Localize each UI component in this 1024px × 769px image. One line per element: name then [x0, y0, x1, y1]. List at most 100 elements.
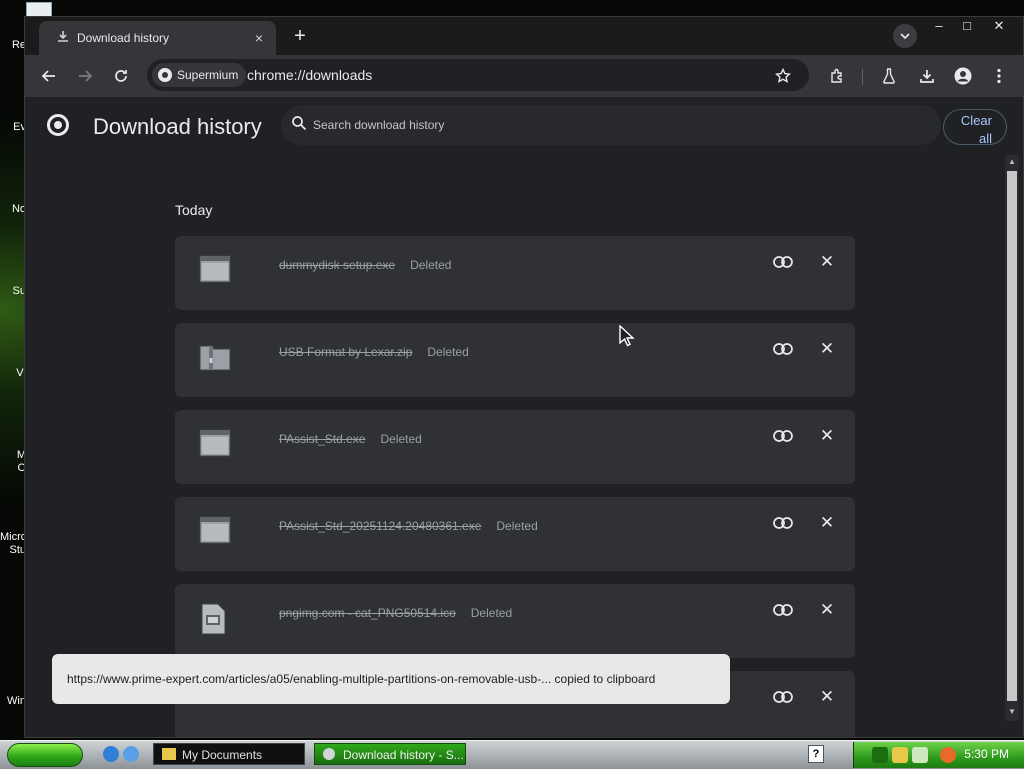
desktop-icon-label[interactable]: O: [0, 462, 26, 475]
desktop-icon-label[interactable]: Vl: [0, 367, 26, 380]
bookmark-star-icon[interactable]: [774, 64, 792, 89]
search-downloads-input[interactable]: Search download history: [281, 105, 941, 145]
taskbar-item-label: My Documents: [182, 748, 263, 762]
desktop-icon-label[interactable]: M: [0, 449, 26, 462]
system-tray: 5:30 PM: [853, 742, 1024, 768]
app-window-icon: [199, 255, 231, 289]
address-bar[interactable]: Supermium chrome://downloads: [147, 59, 809, 91]
search-icon: [291, 115, 309, 133]
clear-all-label-line1: Clear: [960, 113, 992, 128]
remove-from-list-icon[interactable]: ✕: [819, 514, 835, 532]
internet-explorer-icon[interactable]: [103, 746, 119, 762]
download-item[interactable]: PAssist_Std_20251124.20480361.exe Delete…: [175, 497, 855, 571]
download-icon: [55, 30, 71, 46]
menu-icon[interactable]: [987, 64, 1011, 88]
scroll-down-arrow-icon[interactable]: ▼: [1005, 705, 1019, 719]
remove-from-list-icon[interactable]: ✕: [819, 340, 835, 358]
site-info-chip[interactable]: Supermium: [152, 63, 247, 87]
download-item-text: PAssist_Std_20251124.20480361.exe Delete…: [279, 519, 538, 533]
extensions-icon[interactable]: [825, 64, 849, 88]
reload-icon[interactable]: [109, 64, 133, 88]
search-icon[interactable]: [940, 747, 956, 763]
download-item[interactable]: pngimg.com - cat_PNG50514.ico Deleted ✕: [175, 584, 855, 658]
desktop-icon-label[interactable]: No: [0, 203, 26, 216]
copy-link-icon[interactable]: [773, 255, 795, 271]
browser-quicklaunch-icon[interactable]: [123, 746, 139, 762]
profile-icon[interactable]: [951, 64, 975, 88]
copy-link-icon[interactable]: [773, 516, 795, 532]
copy-link-icon[interactable]: [773, 342, 795, 358]
start-button[interactable]: [7, 743, 83, 767]
copy-link-icon[interactable]: [773, 603, 795, 619]
forward-icon[interactable]: [73, 64, 97, 88]
browser-window: Download history × + – □ ✕ Supermium chr…: [24, 16, 1024, 738]
folder-icon: [162, 748, 176, 760]
downloads-icon[interactable]: [915, 64, 939, 88]
download-item-text: USB Format by Lexar.zip Deleted: [279, 345, 469, 359]
maximize-button[interactable]: □: [953, 17, 981, 37]
tray-icon[interactable]: [872, 747, 888, 763]
download-item-text: dummydisk setup.exe Deleted: [279, 258, 451, 272]
clipboard-toast: https://www.prime-expert.com/articles/a0…: [52, 654, 730, 704]
download-filename[interactable]: pngimg.com - cat_PNG50514.ico: [279, 606, 456, 620]
desktop-icon-label[interactable]: Re: [0, 39, 26, 52]
download-status: Deleted: [380, 432, 422, 446]
minimize-button[interactable]: –: [925, 17, 953, 37]
chrome-logo-icon: [47, 114, 69, 136]
download-status: Deleted: [427, 345, 469, 359]
clear-all-button[interactable]: Clear all: [943, 109, 1007, 146]
remove-from-list-icon[interactable]: ✕: [819, 427, 835, 445]
url-text[interactable]: chrome://downloads: [247, 67, 372, 83]
desktop-icon-label[interactable]: Ev: [0, 121, 26, 134]
download-item[interactable]: PAssist_Std.exe Deleted ✕: [175, 410, 855, 484]
search-placeholder: Search download history: [313, 118, 445, 132]
remove-from-list-icon[interactable]: ✕: [819, 688, 835, 706]
download-filename[interactable]: dummydisk setup.exe: [279, 258, 395, 272]
back-icon[interactable]: [37, 64, 61, 88]
desktop-icon-label[interactable]: Win: [0, 695, 26, 708]
app-window-icon: [199, 429, 231, 463]
close-window-button[interactable]: ✕: [985, 17, 1013, 37]
title-bar: Download history × + – □ ✕: [25, 17, 1023, 55]
browser-toolbar: Supermium chrome://downloads: [25, 55, 1023, 97]
tab-search-button[interactable]: [893, 24, 917, 48]
scroll-thumb[interactable]: [1007, 171, 1017, 701]
download-filename[interactable]: USB Format by Lexar.zip: [279, 345, 412, 359]
new-tab-button[interactable]: +: [289, 26, 311, 48]
download-item-text: PAssist_Std.exe Deleted: [279, 432, 422, 446]
copy-link-icon[interactable]: [773, 429, 795, 445]
download-item[interactable]: USB Format by Lexar.zip Deleted ✕: [175, 323, 855, 397]
page-title: Download history: [93, 114, 262, 139]
desktop-icon-label[interactable]: Micro: [0, 531, 26, 544]
site-chip-label: Supermium: [177, 68, 239, 82]
desktop-icon-label[interactable]: Su: [0, 285, 26, 298]
download-filename[interactable]: PAssist_Std.exe: [279, 432, 365, 446]
tray-icon[interactable]: [912, 747, 928, 763]
copy-link-icon[interactable]: [773, 690, 795, 706]
clear-all-label-line2: all: [978, 131, 992, 146]
download-filename[interactable]: PAssist_Std_20251124.20480361.exe: [279, 519, 481, 533]
tab-download-history[interactable]: Download history ×: [39, 21, 276, 55]
download-status: Deleted: [496, 519, 538, 533]
app-window-icon: [199, 516, 231, 550]
taskbar-item-my-documents[interactable]: My Documents: [153, 743, 305, 765]
labs-icon[interactable]: [877, 64, 901, 88]
remove-from-list-icon[interactable]: ✕: [819, 253, 835, 271]
download-status: Deleted: [470, 606, 513, 620]
tab-close-icon[interactable]: ×: [250, 30, 268, 46]
image-file-icon: [199, 603, 231, 637]
scroll-up-arrow-icon[interactable]: ▲: [1005, 155, 1019, 169]
remove-from-list-icon[interactable]: ✕: [819, 601, 835, 619]
scrollbar[interactable]: ▲ ▼: [1005, 155, 1019, 721]
taskbar-item-download-history[interactable]: Download history - S...: [314, 743, 466, 765]
download-status: Deleted: [410, 258, 452, 272]
downloads-header: Download history Search download history…: [25, 97, 1023, 157]
help-icon[interactable]: ?: [808, 745, 824, 763]
browser-icon: [323, 748, 335, 760]
desktop-icon-label[interactable]: Stu: [0, 544, 26, 557]
date-section-label: Today: [175, 202, 213, 218]
tab-title: Download history: [77, 31, 170, 45]
download-item[interactable]: dummydisk setup.exe Deleted ✕: [175, 236, 855, 310]
shield-icon[interactable]: [892, 747, 908, 763]
taskbar: My Documents Download history - S... ? 5…: [0, 740, 1024, 769]
